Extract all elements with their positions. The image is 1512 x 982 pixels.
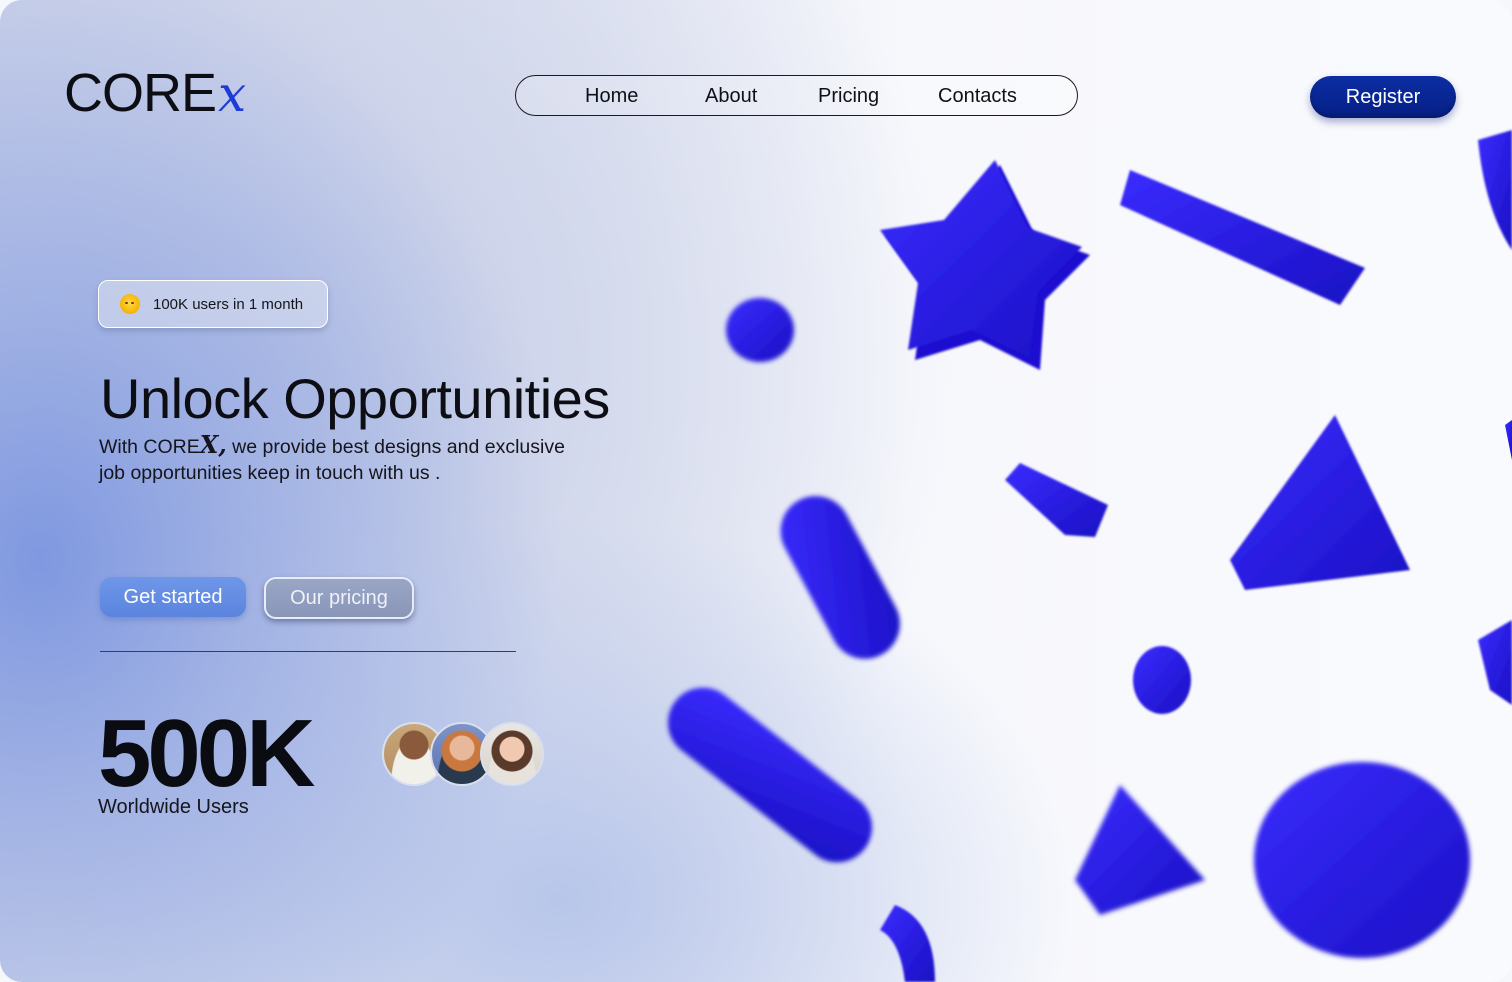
register-button[interactable]: Register	[1310, 76, 1456, 118]
hero-description: With COREX, we provide best designs and …	[99, 432, 579, 486]
cylinder-small	[726, 298, 794, 362]
party-face-icon	[120, 294, 140, 314]
cylinder-large	[1254, 762, 1470, 958]
cuboid-shape	[1005, 463, 1108, 537]
cylinder-mid	[1133, 646, 1191, 714]
users-badge-text: 100K users in 1 month	[153, 295, 304, 313]
capsule-shape	[780, 496, 900, 659]
our-pricing-button[interactable]: Our pricing	[264, 577, 414, 619]
nav-item-contacts[interactable]: Contacts	[938, 85, 1017, 108]
nav-item-pricing[interactable]: Pricing	[818, 85, 879, 108]
arc-shape	[880, 905, 935, 982]
star-shape	[885, 165, 1090, 370]
nav-item-home[interactable]: Home	[585, 85, 638, 108]
triangle-small	[1075, 785, 1205, 915]
brand-logo[interactable]: COREx	[64, 63, 246, 123]
capsule-large	[668, 687, 872, 863]
divider	[100, 651, 516, 652]
brand-logo-main: CORE	[64, 63, 217, 123]
hero-brand-x: X,	[199, 430, 227, 459]
decorative-3d-shapes	[668, 130, 1512, 982]
stat-value: 500K	[98, 700, 315, 807]
get-started-button[interactable]: Get started	[100, 577, 246, 617]
landing-page: COREx Home About Pricing Contacts Regist…	[0, 0, 1512, 982]
bar-shape	[1120, 170, 1365, 305]
users-badge: 100K users in 1 month	[98, 280, 328, 328]
triangle-shape	[1230, 415, 1410, 590]
stat-label: Worldwide Users	[98, 796, 249, 818]
main-nav: Home About Pricing Contacts	[515, 75, 1078, 116]
hero-title: Unlock Opportunities	[100, 367, 610, 430]
nav-item-about[interactable]: About	[705, 85, 757, 108]
hero-text-before: With CORE	[99, 436, 200, 458]
avatar	[480, 722, 544, 786]
brand-logo-accent: x	[218, 65, 246, 123]
